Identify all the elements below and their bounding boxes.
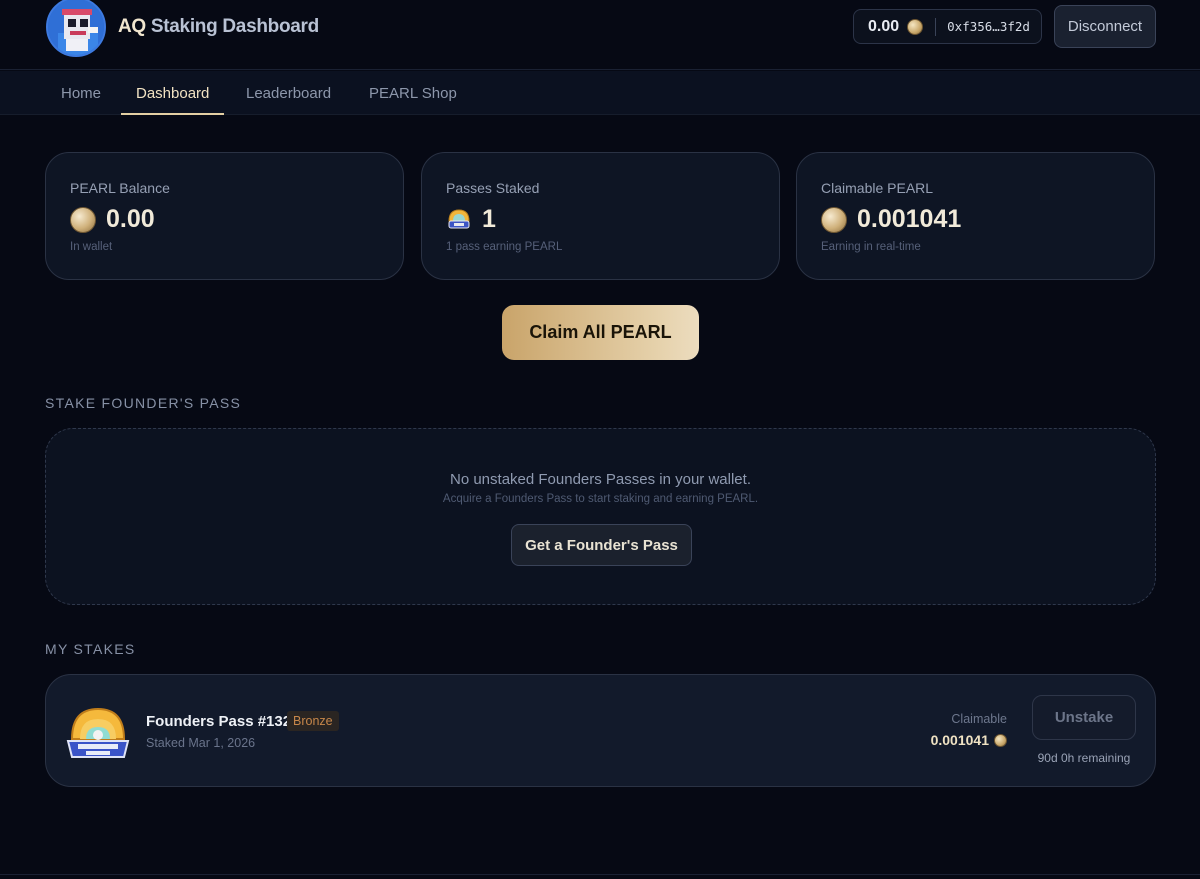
unstake-button[interactable]: Unstake <box>1032 695 1136 740</box>
avatar <box>46 0 106 57</box>
section-title-stake: STAKE FOUNDER'S PASS <box>45 395 242 411</box>
remaining-time: 90d 0h remaining <box>1037 751 1131 765</box>
stat-subtext: 1 pass earning PEARL <box>446 241 563 253</box>
wallet-balance: 0.00 <box>868 17 900 35</box>
stat-label: Claimable PEARL <box>821 180 934 196</box>
stat-subtext: In wallet <box>70 241 113 253</box>
wallet-address: 0xf356…3f2d <box>947 19 1030 34</box>
stat-label: Passes Staked <box>446 180 540 196</box>
pill-divider <box>935 17 937 36</box>
stat-value-row: 0.001041 <box>821 205 961 234</box>
pearl-icon <box>994 733 1007 747</box>
disconnect-button[interactable]: Disconnect <box>1054 5 1156 48</box>
stat-value: 0.001041 <box>857 205 962 233</box>
claimable-amount-row: 0.001041 <box>931 732 1007 748</box>
pearl-icon <box>70 206 96 233</box>
stat-subtext: Earning in real-time <box>821 241 921 253</box>
empty-state: No unstaked Founders Passes in your wall… <box>45 428 1156 605</box>
stat-value-row: 0.00 <box>70 205 155 234</box>
staked-date: Staked Mar 1, 2026 <box>146 736 256 750</box>
nav-bar: Home Dashboard Leaderboard PEARL Shop <box>0 71 1200 115</box>
tab-dashboard[interactable]: Dashboard <box>121 71 225 115</box>
stat-value: 1 <box>482 205 496 233</box>
stat-value: 0.00 <box>106 205 155 233</box>
stat-label: PEARL Balance <box>70 180 170 196</box>
tab-pearl-shop[interactable]: PEARL Shop <box>369 71 457 115</box>
pearl-icon <box>821 206 847 233</box>
stake-name: Founders Pass #132 <box>146 713 292 730</box>
stake-item: Founders Pass #132 Bronze Staked Mar 1, … <box>45 674 1156 787</box>
founders-pass-icon <box>446 207 472 233</box>
get-founders-pass-button[interactable]: Get a Founder's Pass <box>511 524 692 566</box>
stat-card-claimable-pearl: Claimable PEARL 0.001041 Earning in real… <box>796 152 1155 280</box>
empty-state-title: No unstaked Founders Passes in your wall… <box>450 471 751 488</box>
claimable-label: Claimable <box>951 712 1007 726</box>
claim-all-button[interactable]: Claim All PEARL <box>502 305 699 360</box>
app-title: AQ Staking Dashboard <box>118 16 319 38</box>
tab-leaderboard[interactable]: Leaderboard <box>246 71 331 115</box>
stat-card-passes-staked: Passes Staked 1 1 pass earning PEARL <box>421 152 780 280</box>
empty-state-subtitle: Acquire a Founders Pass to start staking… <box>442 493 759 505</box>
app-title-rest: Staking Dashboard <box>145 16 319 37</box>
founders-pass-icon <box>66 705 130 761</box>
wallet-pill[interactable]: 0.00 0xf356…3f2d <box>853 9 1042 44</box>
app-title-prefix: AQ <box>118 16 146 37</box>
pearl-icon <box>907 18 924 35</box>
stat-value-row: 1 <box>446 205 496 234</box>
claimable-amount: 0.001041 <box>930 732 989 748</box>
tab-home[interactable]: Home <box>61 71 101 115</box>
app-header: AQ Staking Dashboard 0.00 0xf356…3f2d Di… <box>0 0 1200 70</box>
tier-badge: Bronze <box>287 711 339 731</box>
stat-card-pearl-balance: PEARL Balance 0.00 In wallet <box>45 152 404 280</box>
section-title-my-stakes: MY STAKES <box>45 641 136 657</box>
footer-divider <box>0 874 1200 875</box>
